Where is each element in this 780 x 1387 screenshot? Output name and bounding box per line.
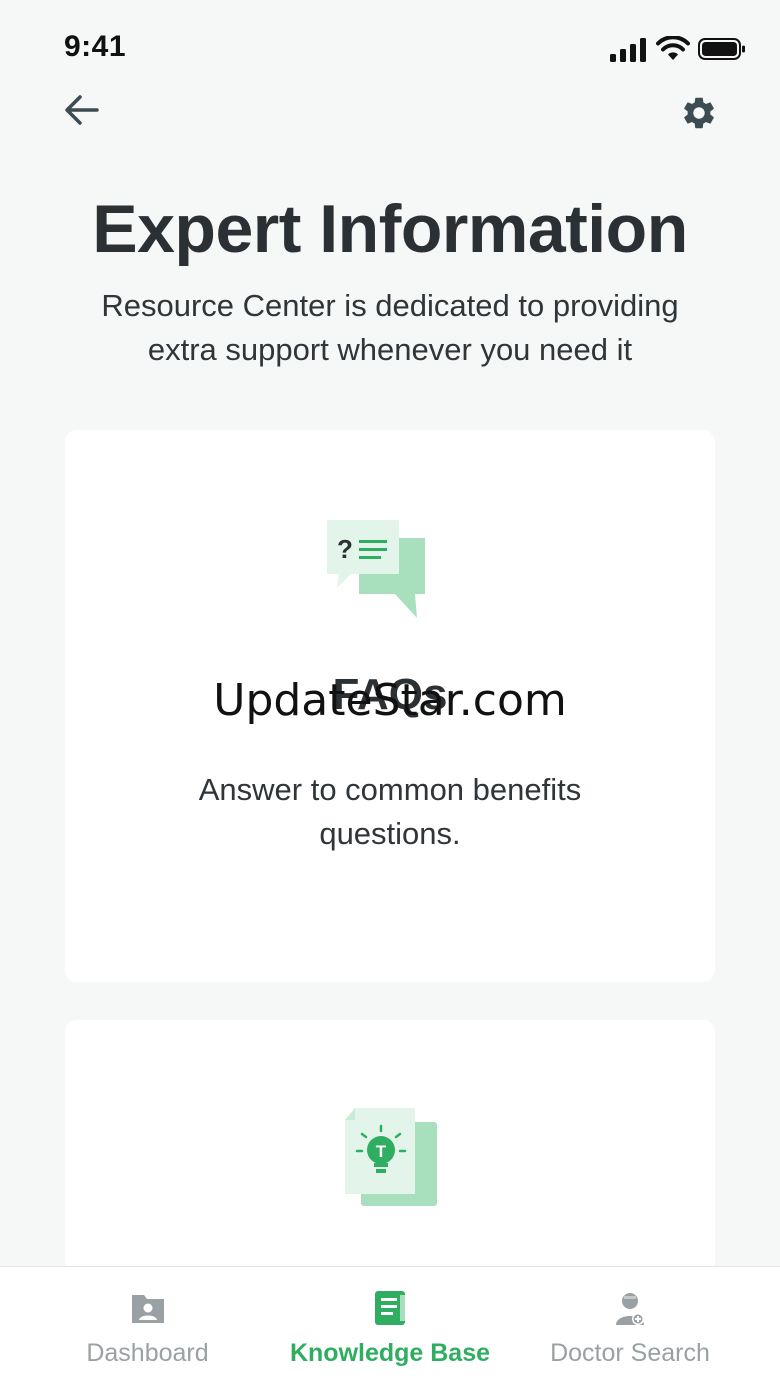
faq-card-description: Answer to common benefits questions. (155, 768, 625, 856)
bottom-tab-bar: Dashboard Knowledge Base Doctor Search (0, 1266, 780, 1387)
page-title: Expert Information (92, 191, 688, 267)
lightbulb-document-icon: T (345, 1108, 437, 1206)
svg-text:T: T (376, 1142, 387, 1161)
page-subtitle: Resource Center is dedicated to providin… (60, 284, 720, 372)
cellular-signal-icon (610, 38, 646, 62)
book-icon (375, 1291, 405, 1325)
tab-knowledge-base-label: Knowledge Base (289, 1339, 491, 1367)
page-subtitle-line2: extra support whenever you need it (147, 332, 633, 367)
gear-icon (684, 97, 714, 129)
arrow-left-icon (65, 95, 99, 125)
faq-chat-icon: ? (327, 520, 425, 618)
tab-doctor-search[interactable]: Doctor Search (525, 1267, 735, 1387)
settings-button[interactable] (680, 94, 718, 132)
faq-card[interactable]: ? FAQs UpdateStar.com Answer to common b… (65, 430, 715, 982)
battery-icon (698, 38, 745, 60)
tab-knowledge-base[interactable]: Knowledge Base (280, 1267, 500, 1387)
svg-text:?: ? (337, 534, 353, 564)
back-button[interactable] (62, 92, 102, 128)
wifi-icon (656, 36, 690, 60)
status-time: 9:41 (64, 30, 127, 63)
folder-user-icon (131, 1295, 164, 1323)
faq-card-title: FAQs (332, 670, 448, 719)
tips-card[interactable]: T (65, 1020, 715, 1280)
tab-dashboard[interactable]: Dashboard (40, 1267, 255, 1387)
faq-desc-line1: Answer to common benefits (198, 772, 582, 807)
tab-dashboard-label: Dashboard (86, 1339, 209, 1367)
page-subtitle-line1: Resource Center is dedicated to providin… (101, 288, 679, 323)
status-bar: 9:41 (0, 0, 780, 100)
tab-doctor-search-label: Doctor Search (550, 1339, 710, 1367)
doctor-icon (616, 1293, 644, 1325)
faq-desc-line2: questions. (319, 816, 461, 851)
